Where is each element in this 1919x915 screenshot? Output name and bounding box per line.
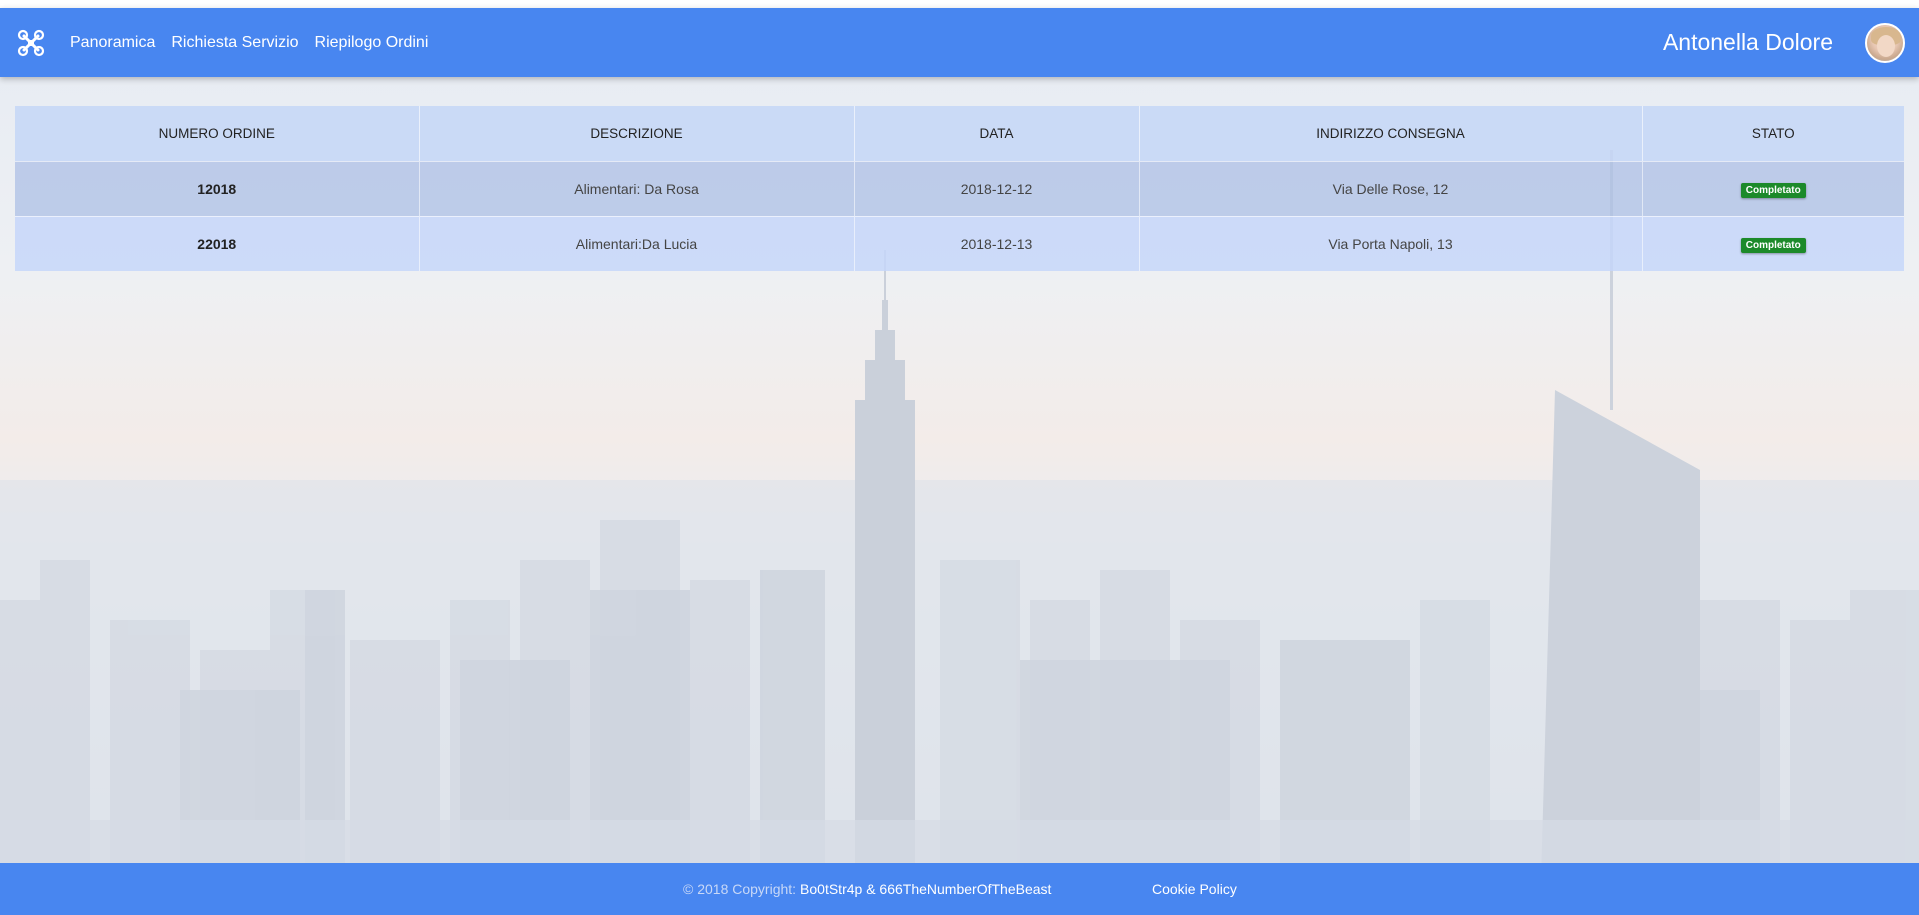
- header-descrizione: DESCRIZIONE: [419, 106, 855, 161]
- cell-data: 2018-12-13: [854, 216, 1140, 271]
- user-area: Antonella Dolore: [1663, 8, 1919, 77]
- cell-descrizione: Alimentari:Da Lucia: [419, 216, 855, 271]
- footer: © 2018 Copyright: Bo0tStr4p & 666TheNumb…: [0, 863, 1919, 915]
- cell-numero: 12018: [15, 161, 420, 216]
- header-stato: STATO: [1751, 125, 1795, 141]
- header-numero-ordine: NUMERO ORDINE: [15, 106, 420, 161]
- cell-stato: Completato: [1642, 161, 1904, 216]
- top-strip: [0, 0, 1919, 8]
- table-row[interactable]: 22018 Alimentari:Da Lucia 2018-12-13 Via…: [15, 216, 1904, 271]
- cell-indirizzo: Via Delle Rose, 12: [1139, 161, 1643, 216]
- navbar: Panoramica Richiesta Servizio Riepilogo …: [0, 8, 1919, 77]
- cell-stato: Completato: [1642, 216, 1904, 271]
- status-badge: Completato: [1740, 182, 1806, 198]
- copyright-authors[interactable]: Bo0tStr4p & 666TheNumberOfTheBeast: [800, 881, 1051, 897]
- cookie-policy-link[interactable]: Cookie Policy: [1152, 863, 1237, 915]
- orders-table: NUMERO ORDINE DESCRIZIONE DATA INDIRIZZO…: [15, 106, 1904, 271]
- user-name[interactable]: Antonella Dolore: [1663, 29, 1833, 56]
- copyright-prefix: © 2018 Copyright:: [683, 881, 797, 897]
- header-data: DATA: [854, 106, 1140, 161]
- nav-link-richiesta-servizio[interactable]: Richiesta Servizio: [171, 34, 298, 52]
- avatar[interactable]: [1865, 22, 1905, 63]
- cell-numero: 22018: [15, 216, 420, 271]
- status-badge: Completato: [1740, 237, 1806, 253]
- copyright: © 2018 Copyright: Bo0tStr4p & 666TheNumb…: [683, 863, 1051, 915]
- orders-table-container: NUMERO ORDINE DESCRIZIONE DATA INDIRIZZO…: [15, 106, 1904, 271]
- header-indirizzo-consegna: INDIRIZZO CONSEGNA: [1139, 106, 1643, 161]
- cell-descrizione: Alimentari: Da Rosa: [419, 161, 855, 216]
- table-row[interactable]: 12018 Alimentari: Da Rosa 2018-12-12 Via…: [15, 161, 1904, 216]
- drone-icon[interactable]: [16, 28, 46, 58]
- cell-indirizzo: Via Porta Napoli, 13: [1139, 216, 1643, 271]
- nav-link-panoramica[interactable]: Panoramica: [70, 34, 155, 52]
- table-header-row: NUMERO ORDINE DESCRIZIONE DATA INDIRIZZO…: [15, 106, 1904, 161]
- cell-data: 2018-12-12: [854, 161, 1140, 216]
- nav-link-riepilogo-ordini[interactable]: Riepilogo Ordini: [315, 34, 429, 52]
